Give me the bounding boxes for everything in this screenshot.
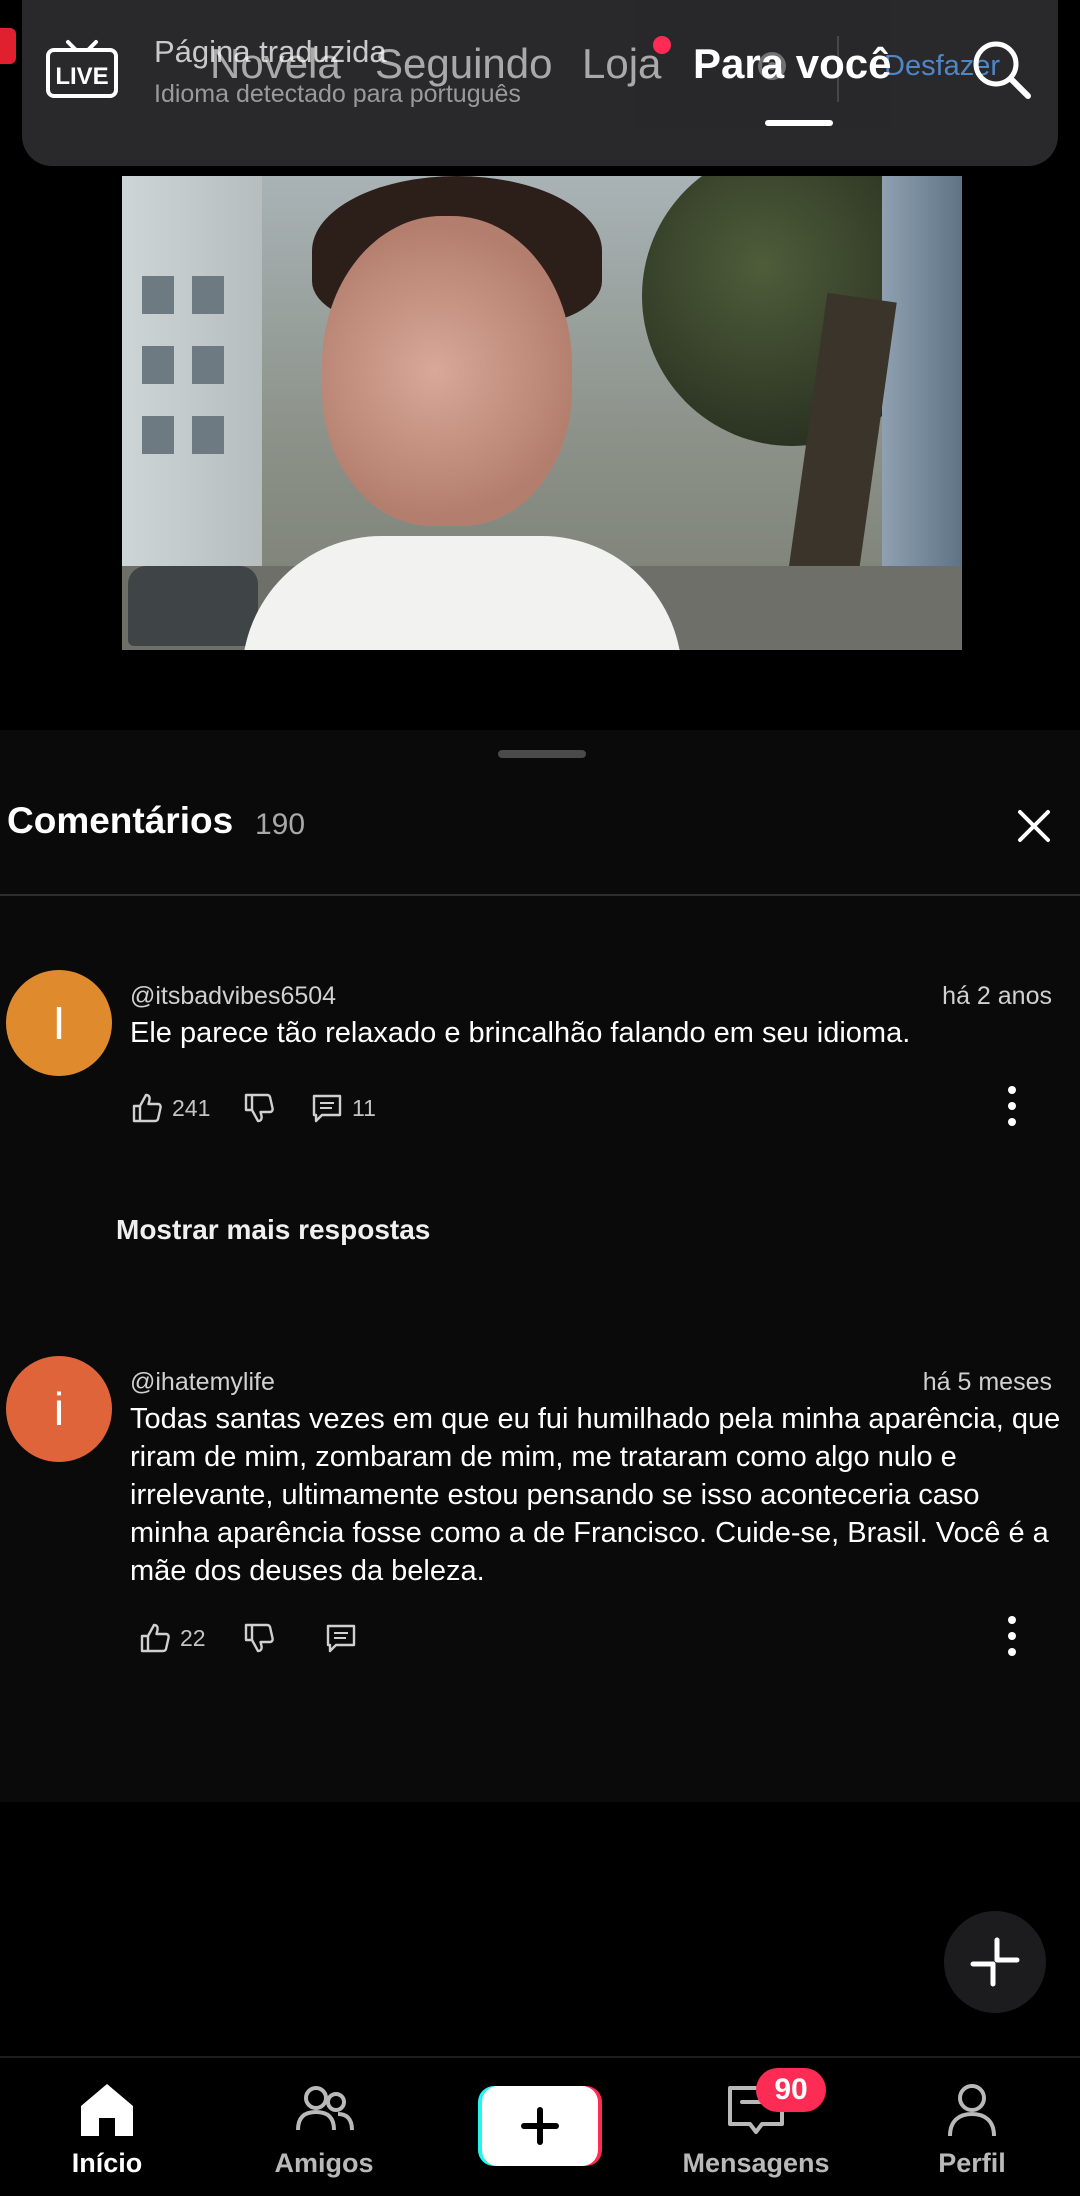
dislike-button[interactable]	[242, 1088, 276, 1128]
minimize-icon	[970, 1937, 1020, 1987]
like-button[interactable]: 22	[138, 1618, 206, 1658]
nav-item-inicio[interactable]: Início	[17, 2078, 197, 2188]
live-icon[interactable]: LIVE	[44, 34, 120, 102]
comment-time: há 2 anos	[942, 982, 1052, 1010]
sheet-divider	[0, 894, 1080, 896]
video-scene-detail	[192, 276, 224, 314]
comment-username[interactable]: @itsbadvibes6504	[130, 982, 336, 1011]
thumbs-up-icon	[132, 1093, 162, 1123]
friends-icon	[296, 2086, 354, 2131]
video-scene-detail	[192, 416, 224, 454]
video-scene-detail	[322, 216, 572, 526]
comments-title: Comentários	[7, 800, 234, 841]
tab-novela[interactable]: Novela	[210, 40, 341, 88]
video-scene-detail	[142, 416, 174, 454]
dislike-button[interactable]	[242, 1618, 276, 1658]
messages-badge: 90	[756, 2068, 826, 2112]
video-scene-detail	[192, 346, 224, 384]
tab-loja[interactable]: Loja	[582, 40, 661, 88]
search-icon[interactable]	[968, 36, 1034, 102]
record-indicator	[0, 28, 16, 64]
avatar[interactable]: i	[6, 1356, 112, 1462]
comments-sheet: Comentários 190 I @itsbadvibes6504 há 2 …	[0, 730, 1080, 1802]
video-scene-detail	[142, 346, 174, 384]
screen: Página traduzida Idioma detectado para p…	[0, 0, 1080, 2196]
avatar-letter: I	[52, 997, 66, 1049]
show-more-replies-button[interactable]: Mostrar mais respostas	[116, 1214, 430, 1246]
reply-button[interactable]: 11	[310, 1088, 376, 1128]
tab-seguindo[interactable]: Seguindo	[375, 40, 553, 88]
nav-label: Mensagens	[682, 2148, 830, 2178]
more-options-icon[interactable]	[1004, 1614, 1020, 1658]
minimize-button[interactable]	[944, 1911, 1046, 2013]
like-count: 241	[172, 1094, 211, 1121]
comment-time: há 5 meses	[922, 1368, 1052, 1396]
video-scene-detail	[242, 536, 682, 650]
comment-text: Todas santas vezes em que eu fui humilha…	[130, 1403, 1061, 1587]
comment-username[interactable]: @ihatemylife	[130, 1368, 275, 1397]
video-scene-detail	[142, 276, 174, 314]
bottom-nav: Início Amigos Mensagens 90 Perfil	[0, 2058, 1080, 2196]
comment-icon	[312, 1094, 342, 1123]
thumbs-down-icon	[244, 1093, 274, 1123]
live-label: LIVE	[55, 63, 108, 90]
avatar-letter: i	[53, 1383, 65, 1435]
nav-label: Perfil	[938, 2148, 1006, 2178]
comment-icon	[326, 1624, 356, 1653]
home-icon	[81, 2084, 133, 2136]
avatar[interactable]: I	[6, 970, 112, 1076]
thumbs-down-icon	[244, 1623, 274, 1653]
close-icon[interactable]	[1012, 804, 1056, 848]
nav-item-amigos[interactable]: Amigos	[234, 2078, 414, 2188]
thumbs-up-icon	[140, 1623, 170, 1653]
like-count: 22	[180, 1624, 206, 1651]
comment-text: Ele parece tão relaxado e brincalhão fal…	[130, 1017, 911, 1049]
reply-button[interactable]	[324, 1618, 358, 1658]
create-button[interactable]	[478, 2086, 602, 2166]
video-scene-detail	[128, 566, 258, 646]
video-player[interactable]	[122, 176, 962, 650]
nav-item-perfil[interactable]: Perfil	[882, 2078, 1062, 2188]
active-tab-indicator	[765, 120, 833, 126]
tab-para-voce[interactable]: Para você	[693, 40, 891, 88]
loja-notification-dot	[653, 36, 671, 54]
nav-label: Amigos	[274, 2148, 374, 2178]
comments-count: 190	[255, 808, 306, 841]
profile-icon	[948, 2084, 996, 2137]
reply-count: 11	[352, 1094, 376, 1121]
like-button[interactable]: 241	[130, 1088, 210, 1128]
nav-label: Início	[71, 2148, 143, 2178]
more-options-icon[interactable]	[1004, 1084, 1020, 1128]
sheet-drag-handle[interactable]	[498, 750, 586, 758]
